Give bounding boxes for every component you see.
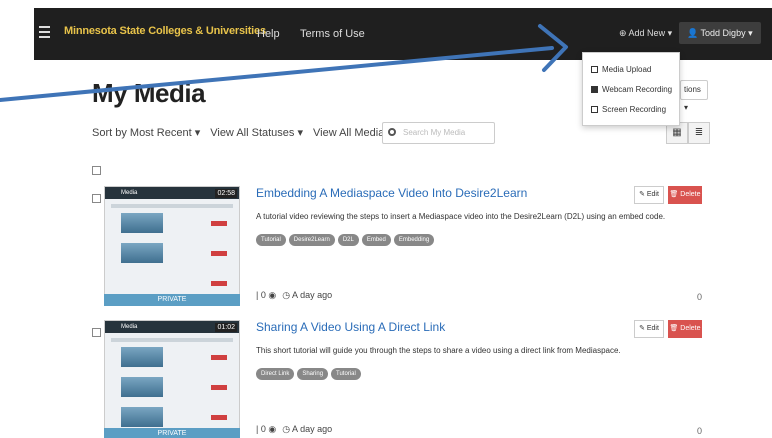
- entry-thumbnail[interactable]: Media 02:58: [104, 186, 240, 306]
- tag[interactable]: Embedding: [393, 234, 435, 246]
- likes-count: | 0 ◉: [256, 290, 277, 300]
- entry-time: ◷ A day ago: [282, 290, 333, 300]
- upload-icon: [591, 65, 598, 73]
- webcam-recording-label: Webcam Recording: [602, 84, 673, 94]
- entry-meta: | 0 ◉ ◷ A day ago: [256, 290, 332, 301]
- brand-link[interactable]: Minnesota State Colleges & Universities: [64, 25, 266, 37]
- entry-thumbnail[interactable]: Media 01:02: [104, 320, 240, 438]
- duration-badge: 01:02: [215, 323, 237, 332]
- page-title: My Media: [92, 78, 206, 108]
- delete-button[interactable]: 🗑 Delete: [668, 186, 702, 204]
- comment-count: 0: [697, 426, 703, 436]
- search-icon: [388, 128, 396, 136]
- entry-description: A tutorial video reviewing the steps to …: [256, 212, 666, 221]
- screen-recording-label: Screen Recording: [602, 104, 667, 114]
- comment-count: 0: [697, 292, 703, 302]
- edit-button[interactable]: ✎ Edit: [634, 320, 664, 338]
- delete-button[interactable]: 🗑 Delete: [668, 320, 702, 338]
- entry-title-link[interactable]: Embedding A Mediaspace Video Into Desire…: [256, 186, 527, 200]
- add-new-button[interactable]: ⊕ Add New ▾: [619, 28, 672, 39]
- status-badge: PRIVATE: [104, 428, 240, 438]
- user-menu-button[interactable]: 👤 Todd Digby ▾: [679, 22, 761, 44]
- tag[interactable]: Embed: [361, 234, 391, 246]
- duration-badge: 02:58: [215, 189, 237, 198]
- tag[interactable]: Direct Link: [256, 368, 295, 380]
- entry-checkbox[interactable]: [92, 328, 101, 337]
- entry-title-link[interactable]: Sharing A Video Using A Direct Link: [256, 320, 445, 334]
- tag[interactable]: Desire2Learn: [288, 234, 335, 246]
- media-upload-label: Media Upload: [602, 64, 652, 74]
- search-placeholder: Search My Media: [403, 128, 466, 137]
- tag[interactable]: Sharing: [297, 368, 329, 380]
- webcam-recording-item[interactable]: Webcam Recording: [583, 79, 679, 99]
- media-upload-item[interactable]: Media Upload: [583, 59, 679, 79]
- actions-button[interactable]: tions ▾: [680, 80, 708, 112]
- tag[interactable]: Tutorial: [256, 234, 286, 246]
- terms-link[interactable]: Terms of Use: [300, 28, 365, 40]
- webcam-icon: [591, 85, 598, 93]
- entry-time: ◷ A day ago: [282, 424, 333, 434]
- add-new-dropdown: Media Upload Webcam Recording Screen Rec…: [582, 52, 680, 126]
- help-link[interactable]: Help: [257, 28, 280, 40]
- media-filter-dropdown[interactable]: View All Media ▾: [313, 126, 393, 139]
- select-all-checkbox[interactable]: [92, 166, 101, 175]
- sort-dropdown[interactable]: Sort by Most Recent ▾: [92, 126, 200, 139]
- entry-tags: Direct Link Sharing Tutorial: [256, 368, 361, 380]
- entry-description: This short tutorial will guide you throu…: [256, 346, 621, 355]
- status-filter-dropdown[interactable]: View All Statuses ▾: [210, 126, 303, 139]
- monitor-icon: [591, 105, 598, 113]
- entry-meta: | 0 ◉ ◷ A day ago: [256, 424, 332, 435]
- entry-tags: Tutorial Desire2Learn D2L Embed Embeddin…: [256, 234, 435, 246]
- screen-recording-item[interactable]: Screen Recording: [583, 99, 679, 119]
- entry-checkbox[interactable]: [92, 194, 101, 203]
- hamburger-menu-icon[interactable]: [39, 26, 50, 38]
- filter-toolbar: Sort by Most Recent ▾ View All Statuses …: [92, 126, 393, 139]
- edit-button[interactable]: ✎ Edit: [634, 186, 664, 204]
- tag[interactable]: Tutorial: [331, 368, 361, 380]
- likes-count: | 0 ◉: [256, 424, 277, 434]
- list-view-button[interactable]: ≣: [688, 122, 710, 144]
- status-badge: PRIVATE: [104, 294, 240, 306]
- tag[interactable]: D2L: [337, 234, 359, 246]
- search-input[interactable]: Search My Media: [382, 122, 495, 144]
